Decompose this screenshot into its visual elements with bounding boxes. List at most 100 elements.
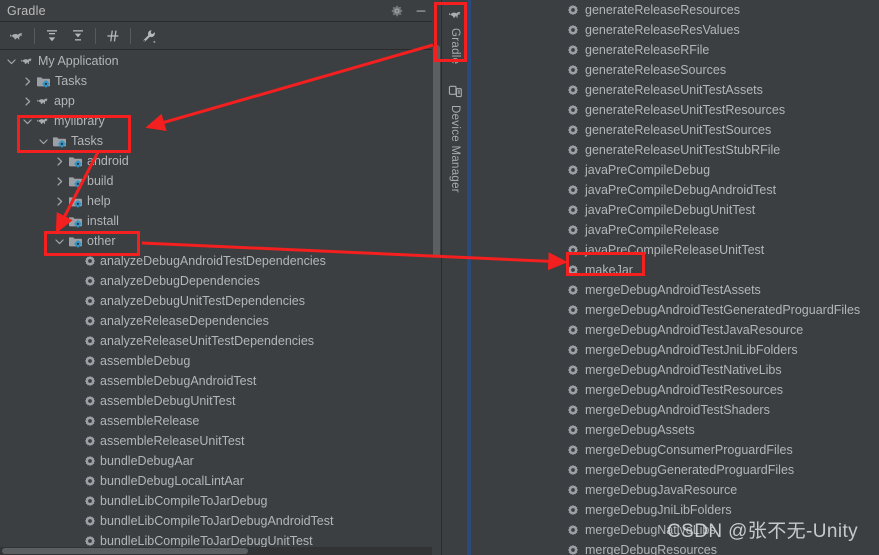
list-item[interactable]: mergeDebugAndroidTestAssets <box>471 280 879 300</box>
list-item-label: mergeDebugAndroidTestGeneratedProguardFi… <box>585 303 861 317</box>
list-item[interactable]: mergeDebugGeneratedProguardFiles <box>471 460 879 480</box>
tree-row[interactable]: other <box>0 231 432 251</box>
list-item[interactable]: mergeDebugJniLibFolders <box>471 500 879 520</box>
list-item[interactable]: mergeDebugAndroidTestGeneratedProguardFi… <box>471 300 879 320</box>
chevron-right-icon[interactable] <box>54 156 65 167</box>
list-item[interactable]: generateReleaseUnitTestSources <box>471 120 879 140</box>
task-gear-icon <box>567 244 579 256</box>
task-gear-icon <box>567 124 579 136</box>
tree-row[interactable]: build <box>0 171 432 191</box>
tree-row[interactable]: analyzeDebugUnitTestDependencies <box>0 291 432 311</box>
list-item[interactable]: javaPreCompileRelease <box>471 220 879 240</box>
tree-row[interactable]: mylibrary <box>0 111 432 131</box>
tree-row[interactable]: android <box>0 151 432 171</box>
list-item[interactable]: javaPreCompileDebug <box>471 160 879 180</box>
task-gear-icon <box>567 464 579 476</box>
list-item[interactable]: generateReleaseResources <box>471 0 879 20</box>
left-horizontal-scrollbar-track[interactable] <box>0 547 432 555</box>
sidebar-item-gradle[interactable]: Gradle <box>442 2 468 64</box>
tree-row[interactable]: help <box>0 191 432 211</box>
chevron-right-icon[interactable] <box>22 76 33 87</box>
sidebar-item-device-manager[interactable]: Device Manager <box>442 78 468 193</box>
tree-row[interactable]: analyzeDebugAndroidTestDependencies <box>0 251 432 271</box>
toolbar-collapse-all[interactable] <box>65 24 91 48</box>
hide-icon[interactable] <box>414 4 428 18</box>
list-item[interactable]: makeJar <box>471 260 879 280</box>
gradle-toolbar <box>0 22 432 50</box>
list-item[interactable]: mergeDebugConsumerProguardFiles <box>471 440 879 460</box>
tree-row[interactable]: app <box>0 91 432 111</box>
tree-row[interactable]: install <box>0 211 432 231</box>
device-icon <box>448 84 463 101</box>
list-item[interactable]: javaPreCompileDebugUnitTest <box>471 200 879 220</box>
task-gear-icon <box>84 255 96 267</box>
list-item[interactable]: generateReleaseRFile <box>471 40 879 60</box>
screenshot-root: Gradle My Application Tasks app mylibrar… <box>0 0 879 555</box>
tree-row[interactable]: assembleDebugUnitTest <box>0 391 432 411</box>
tree-row[interactable]: bundleDebugLocalLintAar <box>0 471 432 491</box>
tree-row[interactable]: Tasks <box>0 71 432 91</box>
list-item[interactable]: javaPreCompileDebugAndroidTest <box>471 180 879 200</box>
tree-row[interactable]: assembleReleaseUnitTest <box>0 431 432 451</box>
tree-row[interactable]: assembleDebug <box>0 351 432 371</box>
list-item-label: mergeDebugAndroidTestAssets <box>585 283 761 297</box>
tree-row[interactable]: analyzeDebugDependencies <box>0 271 432 291</box>
tree-row[interactable]: analyzeReleaseDependencies <box>0 311 432 331</box>
tree-row[interactable]: bundleLibCompileToJarDebug <box>0 491 432 511</box>
chevron-down-icon[interactable] <box>38 136 49 147</box>
tree-row-label: bundleLibCompileToJarDebugUnitTest <box>100 534 313 547</box>
chevron-right-icon[interactable] <box>54 176 65 187</box>
toolbar-toggle-offline[interactable] <box>100 24 126 48</box>
list-item[interactable]: mergeDebugAndroidTestJavaResource <box>471 320 879 340</box>
chevron-right-icon[interactable] <box>54 216 65 227</box>
tree-row[interactable]: bundleLibCompileToJarDebugUnitTest <box>0 531 432 547</box>
list-item[interactable]: generateReleaseUnitTestAssets <box>471 80 879 100</box>
list-item[interactable]: mergeDebugNativeLibs <box>471 520 879 540</box>
chevron-down-icon[interactable] <box>22 116 33 127</box>
toolbar-expand-all[interactable] <box>39 24 65 48</box>
list-item[interactable]: mergeDebugAndroidTestShaders <box>471 400 879 420</box>
list-item[interactable]: mergeDebugAssets <box>471 420 879 440</box>
list-item[interactable]: mergeDebugJavaResource <box>471 480 879 500</box>
tree-row-label: build <box>87 174 114 188</box>
tree-row[interactable]: bundleDebugAar <box>0 451 432 471</box>
chevron-right-icon[interactable] <box>54 196 65 207</box>
tasks-folder-icon <box>36 75 51 88</box>
list-item[interactable]: generateReleaseSources <box>471 60 879 80</box>
gear-icon[interactable] <box>390 4 404 18</box>
tree-row[interactable]: My Application <box>0 51 432 71</box>
tree-row[interactable]: Tasks <box>0 131 432 151</box>
gradle-task-tree[interactable]: My Application Tasks app mylibrary Tasks andr… <box>0 51 432 547</box>
list-item-label: mergeDebugAndroidTestJniLibFolders <box>585 343 798 357</box>
gradle-task-list-right[interactable]: generateReleaseResources generateReleaseR… <box>471 0 879 555</box>
tree-row[interactable]: bundleLibCompileToJarDebugAndroidTest <box>0 511 432 531</box>
list-item-label: generateReleaseResValues <box>585 23 740 37</box>
left-horizontal-scrollbar-thumb[interactable] <box>2 548 248 554</box>
toolbar-settings[interactable] <box>135 24 161 48</box>
chevron-right-icon[interactable] <box>22 96 33 107</box>
list-item[interactable]: mergeDebugAndroidTestNativeLibs <box>471 360 879 380</box>
toolbar-refresh-gradle[interactable] <box>4 24 30 48</box>
task-gear-icon <box>567 44 579 56</box>
tree-row[interactable]: analyzeReleaseUnitTestDependencies <box>0 331 432 351</box>
left-vertical-scrollbar-thumb[interactable] <box>433 45 440 257</box>
tree-row-label: analyzeDebugAndroidTestDependencies <box>100 254 326 268</box>
task-gear-icon <box>84 455 96 467</box>
sidebar-item-label: Gradle <box>449 28 461 65</box>
tree-row[interactable]: assembleRelease <box>0 411 432 431</box>
task-gear-icon <box>567 264 579 276</box>
list-item[interactable]: generateReleaseUnitTestStubRFile <box>471 140 879 160</box>
list-item[interactable]: mergeDebugAndroidTestResources <box>471 380 879 400</box>
list-item[interactable]: generateReleaseUnitTestResources <box>471 100 879 120</box>
task-gear-icon <box>567 444 579 456</box>
tree-row[interactable]: assembleDebugAndroidTest <box>0 371 432 391</box>
list-item-label: javaPreCompileDebug <box>585 163 711 177</box>
list-item[interactable]: generateReleaseResValues <box>471 20 879 40</box>
chevron-down-icon[interactable] <box>54 236 65 247</box>
list-item[interactable]: mergeDebugResources <box>471 540 879 555</box>
list-item[interactable]: mergeDebugAndroidTestJniLibFolders <box>471 340 879 360</box>
tasks-folder-icon <box>68 175 83 188</box>
chevron-down-icon[interactable] <box>6 56 17 67</box>
task-gear-icon <box>567 504 579 516</box>
list-item[interactable]: javaPreCompileReleaseUnitTest <box>471 240 879 260</box>
